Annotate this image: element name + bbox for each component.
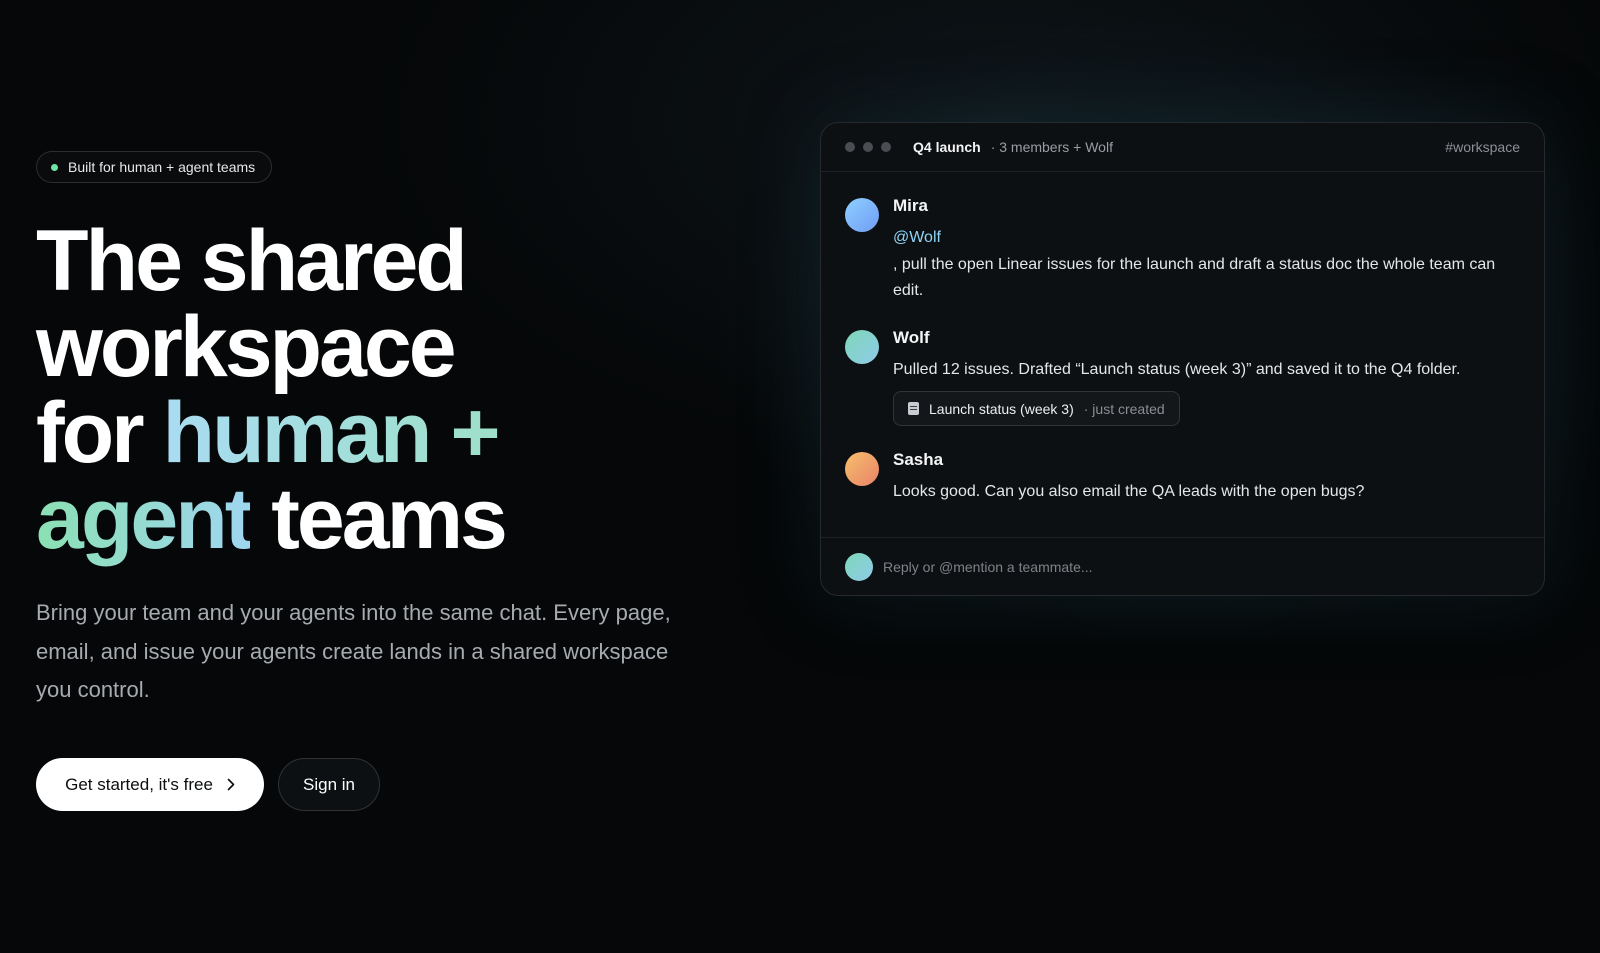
hero-subtext: Bring your team and your agents into the… [36,600,671,702]
message-list: Mira @Wolf , pull the open Linear issues… [821,172,1544,505]
announcement-badge: Built for human + agent teams [36,151,273,183]
reply-input[interactable] [883,558,1520,575]
chat-header: Q4 launch · 3 members + Wolf #workspace [821,123,1544,172]
landing-page: Built for human + agent teams The shared… [0,0,1600,953]
avatar [845,552,873,581]
avatar [845,452,879,486]
headline-line-2: workspace [36,299,457,395]
message-author: Wolf [893,328,930,347]
avatar [845,330,879,364]
avatar [845,198,879,232]
attachment-meta: · just created [1083,400,1165,417]
status-dot-icon [51,163,58,171]
message-body: Sasha Looks good. Can you also email the… [893,448,1520,505]
message-body: Mira @Wolf , pull the open Linear issues… [893,194,1520,304]
message-content: Pulled 12 issues. Drafted “Launch status… [893,361,1461,378]
attachment-name: Launch status (week 3) [929,400,1074,417]
message-author: Mira [893,196,928,215]
window-dot-icon [863,142,873,152]
chat-window: Q4 launch · 3 members + Wolf #workspace … [820,122,1545,596]
window-controls [845,142,891,152]
headline-line-1: The shared [36,213,468,309]
chat-members: · 3 members + Wolf [990,139,1113,155]
sign-in-button[interactable]: Sign in [278,758,380,811]
headline-line-3: for human + [36,390,505,476]
attachment-chip[interactable]: Launch status (week 3) · just created [893,391,1180,426]
window-dot-icon [881,142,891,152]
mention-link[interactable]: @Wolf [893,225,1520,251]
hero-headline: The shared workspace for human + agent t… [36,213,508,562]
message-author: Sasha [893,450,944,469]
message-content: Looks good. Can you also email the QA le… [893,483,1365,500]
headline-teams: teams [250,471,508,567]
message-body: Wolf Pulled 12 issues. Drafted “Launch s… [893,326,1520,426]
get-started-label: Get started, it's free [65,774,213,794]
message: Mira @Wolf , pull the open Linear issues… [845,194,1520,304]
message: Wolf Pulled 12 issues. Drafted “Launch s… [845,326,1520,426]
window-dot-icon [845,142,855,152]
headline-accent-agent: agent [36,471,253,567]
headline-accent-human: human + [162,385,501,481]
message-composer [821,537,1544,595]
channel-tag: #workspace [1445,139,1520,155]
badge-label: Built for human + agent teams [68,159,256,175]
get-started-button[interactable]: Get started, it's free [36,758,264,811]
message: Sasha Looks good. Can you also email the… [845,448,1520,505]
headline-for: for [36,385,163,481]
chevron-right-icon [227,778,235,791]
message-text: @Wolf , pull the open Linear issues for … [893,225,1520,304]
headline-line-4: agent teams [36,476,508,562]
chat-title: Q4 launch [913,139,981,155]
document-icon [908,402,919,415]
message-content: , pull the open Linear issues for the la… [893,256,1496,299]
